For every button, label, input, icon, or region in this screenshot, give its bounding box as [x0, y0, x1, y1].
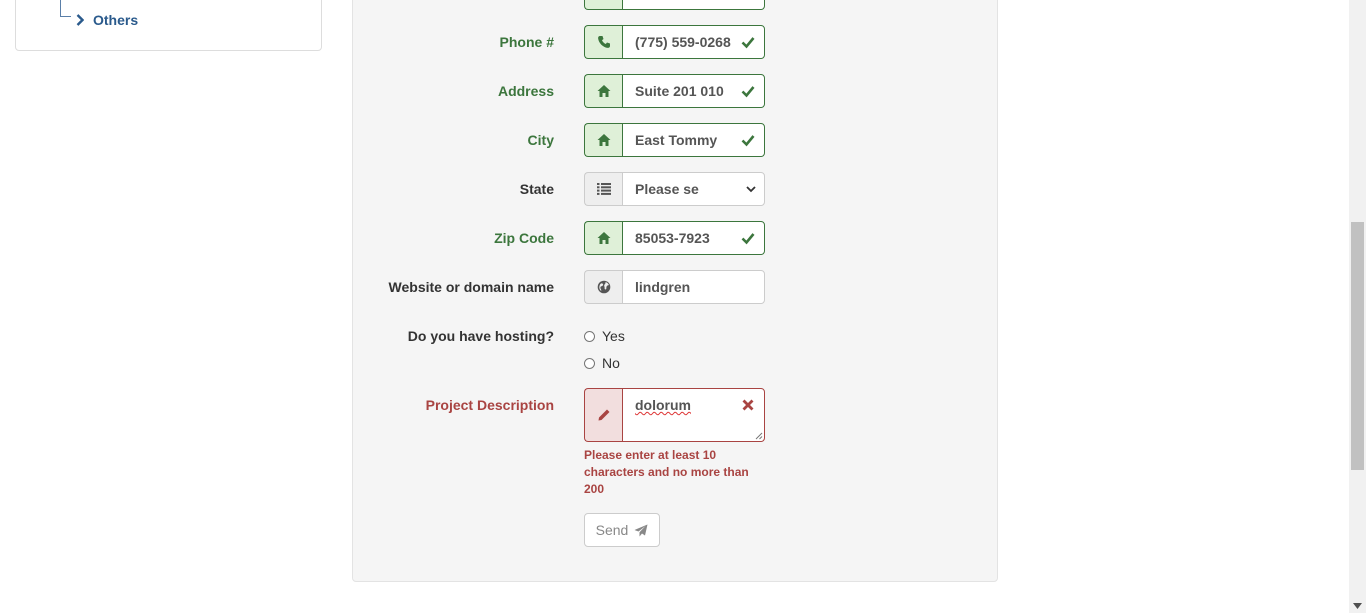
address-addon: [584, 74, 622, 108]
form-row-state: State Please se: [0, 172, 1366, 206]
globe-icon: [597, 280, 610, 294]
radio-label-no: No: [602, 355, 620, 371]
hosting-label: Do you have hosting?: [407, 328, 554, 344]
city-label: City: [527, 132, 554, 148]
radio-label-yes: Yes: [602, 328, 625, 344]
zip-addon: [584, 221, 622, 255]
check-icon: [741, 135, 755, 147]
radio-circle[interactable]: [584, 330, 595, 342]
phone-icon: [597, 36, 610, 48]
home-icon: [597, 232, 610, 244]
city-value: East Tommy: [635, 132, 718, 148]
zip-value: 85053-7923: [635, 230, 710, 246]
scroll-down-arrow-icon[interactable]: [1353, 603, 1362, 609]
website-value: lindgren: [635, 279, 691, 295]
description-textarea[interactable]: dolorum: [622, 388, 765, 442]
form-row-phone: Phone # (775) 559-0268: [0, 25, 1366, 59]
phone-addon: [584, 25, 622, 59]
zip-input[interactable]: 85053-7923: [622, 221, 765, 255]
paper-plane-icon: [634, 524, 648, 536]
state-select[interactable]: Please se: [622, 172, 765, 206]
form-row-address: Address Suite 201 010: [0, 74, 1366, 108]
phone-value: (775) 559-0268: [635, 34, 731, 50]
form-row-city: City East Tommy: [0, 123, 1366, 157]
city-addon: [584, 123, 622, 157]
form-row-description: Project Description dolorum: [0, 388, 1366, 442]
description-error-message: Please enter at least 10 characters and …: [584, 448, 749, 496]
description-group: [584, 388, 622, 442]
form-row-previous: [0, 0, 1366, 10]
home-icon: [597, 85, 610, 97]
previous-field-addon: [584, 0, 622, 10]
radio-circle[interactable]: [584, 357, 595, 369]
website-group: lindgren: [584, 270, 765, 304]
phone-group: (775) 559-0268: [584, 25, 765, 59]
zip-label: Zip Code: [494, 230, 554, 246]
page-scrollbar[interactable]: [1349, 0, 1366, 613]
chevron-down-icon: [746, 185, 756, 192]
form-row-website: Website or domain name lindgren: [0, 270, 1366, 304]
state-label: State: [519, 181, 554, 197]
send-button-label: Send: [595, 522, 629, 538]
send-button[interactable]: Send: [584, 513, 660, 547]
website-addon: [584, 270, 622, 304]
phone-label: Phone #: [499, 34, 554, 50]
address-label: Address: [497, 83, 554, 99]
pencil-icon: [598, 409, 609, 421]
description-value: dolorum: [635, 397, 691, 413]
scrollbar-thumb[interactable]: [1351, 222, 1364, 470]
zip-group: 85053-7923: [584, 221, 765, 255]
website-label: Website or domain name: [388, 279, 554, 295]
home-icon: [597, 134, 610, 146]
list-icon: [596, 183, 611, 195]
description-label: Project Description: [425, 397, 554, 413]
check-icon: [741, 233, 755, 245]
resize-handle-icon[interactable]: [755, 432, 763, 440]
state-group: Please se: [584, 172, 765, 206]
address-group: Suite 201 010: [584, 74, 765, 108]
previous-field[interactable]: [622, 0, 765, 10]
address-value: Suite 201 010: [635, 83, 724, 99]
form-row-hosting: Do you have hosting?: [0, 319, 1366, 353]
state-addon: [584, 172, 622, 206]
form-row-zip: Zip Code 85053-7923: [0, 221, 1366, 255]
hosting-radio-yes[interactable]: Yes: [584, 328, 625, 344]
address-input[interactable]: Suite 201 010: [622, 74, 765, 108]
city-group: East Tommy: [584, 123, 765, 157]
error-x-icon: [742, 399, 754, 411]
state-selected-value: Please se: [635, 181, 699, 197]
description-addon: [584, 388, 622, 442]
phone-input[interactable]: (775) 559-0268: [622, 25, 765, 59]
website-input[interactable]: lindgren: [622, 270, 765, 304]
city-input[interactable]: East Tommy: [622, 123, 765, 157]
hosting-radio-no[interactable]: No: [584, 355, 620, 371]
previous-field-group: [584, 0, 765, 10]
check-icon: [741, 86, 755, 98]
check-icon: [741, 37, 755, 49]
